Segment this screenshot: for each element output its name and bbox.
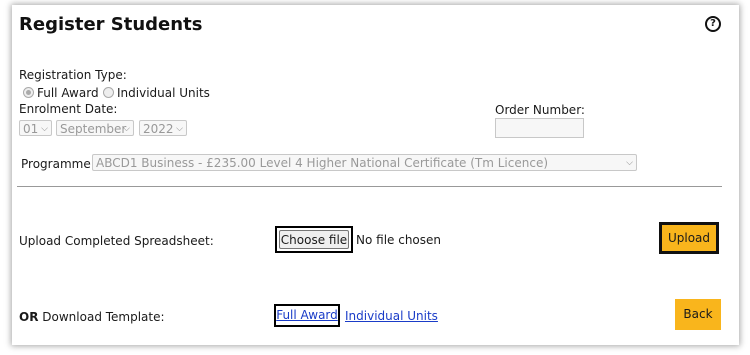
upload-spreadsheet-label: Upload Completed Spreadsheet: — [19, 234, 214, 248]
programme-select-value: ABCD1 Business - £235.00 Level 4 Higher … — [96, 156, 549, 170]
order-number-input[interactable] — [495, 118, 584, 138]
radio-full-award-label: Full Award — [37, 86, 99, 100]
radio-unchecked-icon — [103, 87, 114, 98]
download-template-text: Download Template: — [42, 310, 165, 324]
month-select[interactable]: September ⌵ — [56, 120, 134, 136]
individual-units-link-wrap: Individual Units — [345, 309, 438, 323]
chevron-down-icon: ⌵ — [626, 158, 633, 168]
year-select-value: 2022 — [143, 122, 174, 136]
full-award-link[interactable]: Full Award — [276, 308, 338, 322]
radio-checked-icon — [23, 87, 34, 98]
order-number-label: Order Number: — [495, 103, 585, 117]
day-select[interactable]: 01 ⌵ — [19, 120, 52, 136]
or-label: OR — [19, 310, 39, 324]
radio-individual-units-label: Individual Units — [117, 86, 210, 100]
section-divider — [17, 186, 722, 187]
programme-select[interactable]: ABCD1 Business - £235.00 Level 4 Higher … — [92, 154, 637, 171]
enrolment-date-label: Enrolment Date: — [19, 102, 118, 116]
back-button[interactable]: Back — [675, 299, 721, 330]
download-template-label: OR Download Template: — [19, 310, 165, 324]
chevron-down-icon: ⌵ — [41, 124, 48, 134]
registration-type-label: Registration Type: — [19, 68, 127, 82]
chevron-down-icon: ⌵ — [176, 124, 183, 134]
choose-file-button[interactable]: Choose file — [275, 226, 353, 253]
help-icon[interactable]: ? — [705, 16, 721, 32]
programme-label: Programme: — [21, 157, 95, 171]
register-students-panel: Register Students ? Registration Type: F… — [12, 5, 739, 345]
year-select[interactable]: 2022 ⌵ — [139, 120, 187, 136]
radio-full-award[interactable]: Full Award — [23, 86, 99, 100]
full-award-highlight: Full Award — [274, 304, 340, 327]
page-title: Register Students — [19, 14, 203, 35]
day-select-value: 01 — [23, 122, 39, 136]
choose-file-label: Choose file — [279, 230, 349, 249]
chevron-down-icon: ⌵ — [123, 124, 130, 134]
month-select-value: September — [60, 122, 127, 136]
upload-button[interactable]: Upload — [659, 222, 719, 254]
radio-individual-units[interactable]: Individual Units — [103, 86, 210, 100]
individual-units-link[interactable]: Individual Units — [345, 309, 438, 323]
file-status: No file chosen — [356, 233, 442, 247]
